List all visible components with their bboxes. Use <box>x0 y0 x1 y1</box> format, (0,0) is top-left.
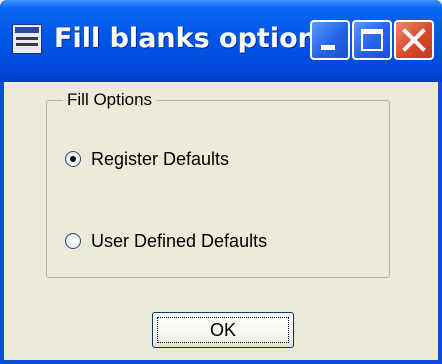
radio-label[interactable]: Register Defaults <box>91 148 229 170</box>
maximize-icon <box>361 29 383 51</box>
group-legend: Fill Options <box>63 90 157 110</box>
maximize-button[interactable] <box>352 20 392 60</box>
radio-checked-icon[interactable] <box>65 151 81 167</box>
close-icon <box>402 28 426 52</box>
app-document-icon <box>12 24 42 54</box>
window-title: Fill blanks option <box>54 23 317 54</box>
minimize-icon <box>321 45 335 50</box>
radio-unchecked-icon[interactable] <box>65 233 81 249</box>
ok-button[interactable]: OK <box>152 312 294 348</box>
radio-register-defaults[interactable]: Register Defaults <box>65 147 229 171</box>
radio-label[interactable]: User Defined Defaults <box>91 230 267 252</box>
window-frame-bottom <box>0 360 442 364</box>
radio-user-defined-defaults[interactable]: User Defined Defaults <box>65 229 267 253</box>
dialog-client-area: Fill Options Register Defaults User Defi… <box>4 82 438 360</box>
minimize-button[interactable] <box>310 20 350 60</box>
close-button[interactable] <box>394 20 434 60</box>
ok-button-label: OK <box>209 319 236 340</box>
title-bar[interactable]: Fill blanks option <box>0 0 442 82</box>
dialog-window: Fill blanks option Fill Options Register… <box>0 0 442 364</box>
fill-options-group: Fill Options Register Defaults User Defi… <box>46 90 390 278</box>
